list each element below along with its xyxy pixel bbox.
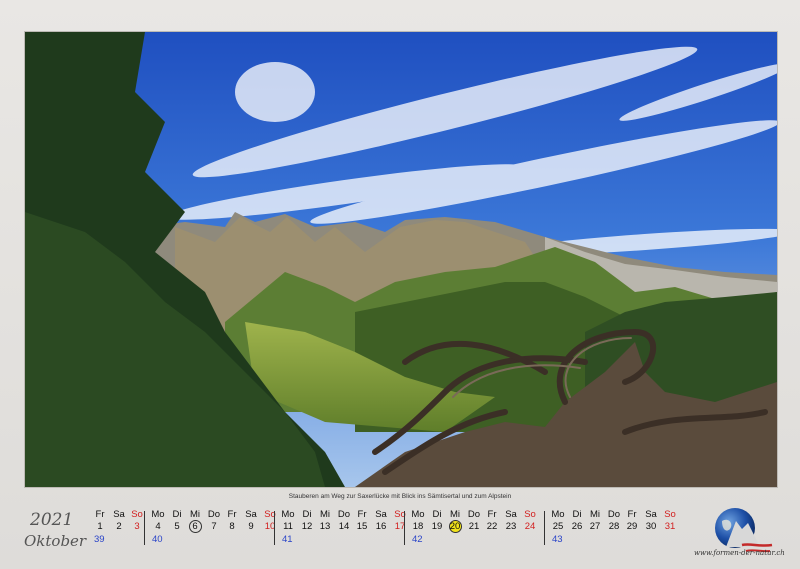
weekday-label: Fr	[487, 509, 497, 520]
day-number: 16	[375, 521, 387, 532]
day-number: 20	[449, 521, 461, 532]
weekday-label: Di	[172, 509, 182, 520]
day-number: 10	[264, 521, 276, 532]
week-separator	[144, 511, 145, 545]
day-number: 15	[356, 521, 368, 532]
weekday-label: So	[524, 509, 536, 520]
weekday-label: Sa	[375, 509, 387, 520]
weekday-label: So	[264, 509, 276, 520]
day-number: 11	[283, 521, 293, 532]
week-number: 40	[152, 534, 163, 545]
day-number: 6	[192, 521, 198, 532]
weekday-label: Sa	[245, 509, 257, 520]
weekday-label: Di	[432, 509, 442, 520]
day-number: 23	[505, 521, 517, 532]
weekday-label: Fr	[227, 509, 237, 520]
calendar-month: Oktober	[24, 532, 87, 550]
day-number: 4	[155, 521, 161, 532]
weekday-label: Do	[467, 509, 481, 520]
day-number: 21	[468, 521, 480, 532]
weekday-label: Mo	[551, 509, 565, 520]
calendar-year: 2021	[30, 510, 74, 530]
day-number: 24	[524, 521, 536, 532]
weekday-label: Mi	[589, 509, 601, 520]
weekday-label: Di	[302, 509, 312, 520]
weekday-label: Sa	[645, 509, 657, 520]
weekday-label: Do	[607, 509, 621, 520]
day-number: 5	[174, 521, 180, 532]
day-number: 2	[116, 521, 122, 532]
weekday-label: So	[131, 509, 143, 520]
weekday-label: So	[664, 509, 676, 520]
week-number: 43	[552, 534, 563, 545]
weekday-label: Fr	[95, 509, 105, 520]
day-number: 3	[134, 521, 140, 532]
week-number: 41	[282, 534, 293, 545]
day-number: 25	[552, 521, 564, 532]
day-number: 30	[645, 521, 657, 532]
weekday-label: Do	[207, 509, 221, 520]
weekday-label: Mi	[449, 509, 461, 520]
weekday-label: Mo	[151, 509, 165, 520]
weekday-label: Mo	[411, 509, 425, 520]
day-number: 14	[338, 521, 350, 532]
weekday-label: Sa	[113, 509, 125, 520]
day-number: 13	[319, 521, 331, 532]
day-number: 22	[486, 521, 498, 532]
day-number: 8	[229, 521, 235, 532]
day-number: 1	[97, 521, 103, 532]
day-number: 12	[301, 521, 313, 532]
week-number: 42	[412, 534, 423, 545]
week-separator	[274, 511, 275, 545]
day-number: 27	[589, 521, 601, 532]
weekday-label: Mo	[281, 509, 295, 520]
day-number: 26	[571, 521, 583, 532]
weekday-label: Di	[572, 509, 582, 520]
weekday-label: Do	[337, 509, 351, 520]
day-number: 31	[664, 521, 676, 532]
week-separator	[544, 511, 545, 545]
mountain-landscape-image	[25, 32, 777, 487]
landscape-photo	[24, 31, 778, 488]
day-number: 28	[608, 521, 620, 532]
weekday-label: So	[394, 509, 406, 520]
day-number: 18	[412, 521, 424, 532]
day-number: 9	[248, 521, 254, 532]
website-url: www.formen-der-natur.ch	[694, 549, 785, 557]
week-separator	[404, 511, 405, 545]
weekday-label: Fr	[357, 509, 367, 520]
day-number: 29	[626, 521, 638, 532]
weekday-label: Mi	[189, 509, 201, 520]
weekday-label: Sa	[505, 509, 517, 520]
calendar-page: Stauberen am Weg zur Saxerlücke mit Blic…	[0, 0, 800, 569]
weekday-label: Fr	[627, 509, 637, 520]
day-number: 7	[211, 521, 217, 532]
day-number: 17	[394, 521, 406, 532]
day-number: 19	[431, 521, 443, 532]
weekday-label: Mi	[319, 509, 331, 520]
photo-caption: Stauberen am Weg zur Saxerlücke mit Blic…	[288, 493, 512, 500]
week-number: 39	[94, 534, 105, 545]
